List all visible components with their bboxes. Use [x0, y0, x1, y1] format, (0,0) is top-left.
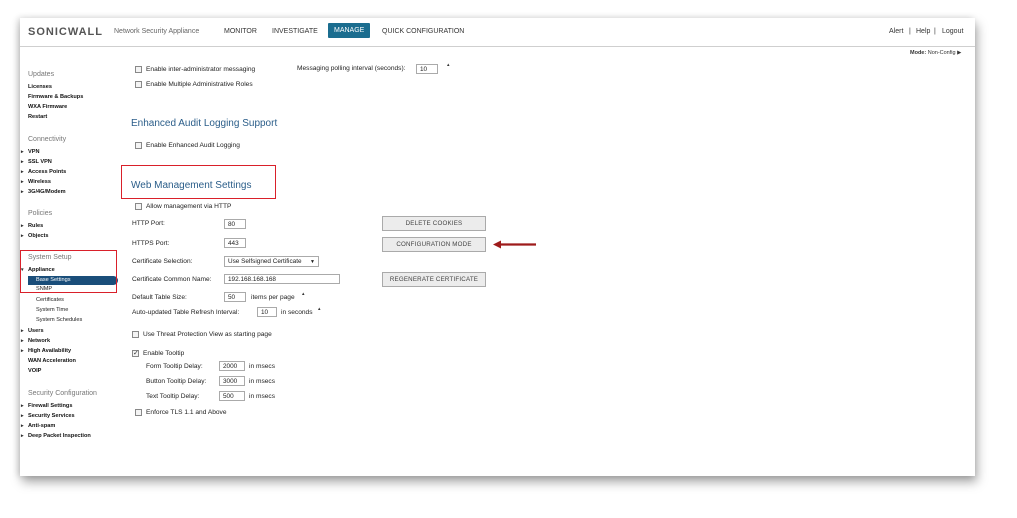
app-window: SONICWALL Network Security Appliance MON…	[20, 18, 975, 476]
sidebar-item-access-points[interactable]: Access Points	[21, 169, 66, 175]
sidebar-item-high-availability[interactable]: High Availability	[21, 348, 71, 354]
help-link[interactable]: Help	[916, 28, 930, 35]
enhanced-audit-checkbox[interactable]	[135, 142, 142, 149]
sidebar-item-ssl-vpn[interactable]: SSL VPN	[21, 159, 52, 165]
mode-indicator[interactable]: Mode: Non-Config ▶	[910, 50, 961, 56]
text-tooltip-delay-input[interactable]: 500	[219, 391, 245, 401]
polling-interval-label: Messaging polling interval (seconds):	[297, 65, 406, 72]
button-tooltip-delay-label: Button Tooltip Delay:	[146, 378, 207, 385]
allow-http-label: Allow management via HTTP	[146, 203, 232, 210]
enable-tooltip-checkbox[interactable]	[132, 349, 139, 357]
table-size-stepper-icon[interactable]: ▴	[302, 291, 305, 297]
left-arrow-icon	[493, 240, 536, 249]
sidebar-item-restart[interactable]: Restart	[28, 114, 47, 120]
sidebar-item-wan-acceleration[interactable]: WAN Acceleration	[28, 358, 76, 364]
sidebar-section-updates: Updates	[28, 71, 55, 78]
sidebar-item-certificates[interactable]: Certificates	[36, 297, 64, 303]
polling-stepper-icon[interactable]: ▴	[447, 62, 450, 68]
form-tooltip-delay-label: Form Tooltip Delay:	[146, 363, 203, 370]
regenerate-certificate-button[interactable]: REGENERATE CERTIFICATE	[382, 272, 486, 287]
certificate-selection-label: Certificate Selection:	[132, 258, 193, 265]
separator: |	[909, 28, 911, 35]
mode-value: Non-Config ▶	[927, 50, 962, 56]
text-tooltip-delay-label: Text Tooltip Delay:	[146, 393, 200, 400]
polling-interval-input[interactable]: 10	[416, 64, 438, 74]
sidebar-item-deep-packet-inspection[interactable]: Deep Packet Inspection	[21, 433, 91, 439]
https-port-input[interactable]: 443	[224, 238, 246, 248]
certificate-selection-dropdown[interactable]: Use Selfsigned Certificate ▼	[224, 256, 319, 267]
default-table-size-input[interactable]: 50	[224, 292, 246, 302]
nav-investigate[interactable]: INVESTIGATE	[272, 28, 318, 35]
mode-label: Mode:	[910, 50, 927, 56]
multiple-roles-label: Enable Multiple Administrative Roles	[146, 81, 253, 88]
sidebar-item-objects[interactable]: Objects	[21, 233, 48, 239]
logout-link[interactable]: Logout	[942, 28, 963, 35]
table-size-unit: items per page	[251, 294, 295, 301]
sidebar-item-users[interactable]: Users	[21, 328, 43, 334]
web-management-heading: Web Management Settings	[131, 180, 252, 191]
sidebar-item-wireless[interactable]: Wireless	[21, 179, 51, 185]
configuration-mode-button[interactable]: CONFIGURATION MODE	[382, 237, 486, 252]
enforce-tls-label: Enforce TLS 1.1 and Above	[146, 409, 227, 416]
nav-quick-configuration[interactable]: QUICK CONFIGURATION	[382, 28, 464, 35]
refresh-interval-label: Auto-updated Table Refresh Interval:	[132, 309, 240, 316]
sidebar-item-vpn[interactable]: VPN	[21, 149, 39, 155]
sidebar-item-system-schedules[interactable]: System Schedules	[36, 317, 82, 323]
nav-manage[interactable]: MANAGE	[328, 23, 371, 38]
delete-cookies-button[interactable]: DELETE COOKIES	[382, 216, 486, 231]
sidebar-item-firewall-settings[interactable]: Firewall Settings	[21, 403, 73, 409]
sidebar-section-policies: Policies	[28, 210, 53, 217]
refresh-interval-unit: in seconds	[281, 309, 313, 316]
enable-tooltip-label: Enable Tooltip	[143, 350, 185, 357]
sidebar-item-voip[interactable]: VOIP	[28, 368, 41, 374]
sidebar-item-rules[interactable]: Rules	[21, 223, 43, 229]
sidebar-item-anti-spam[interactable]: Anti-spam	[21, 423, 55, 429]
top-navigation-bar: SONICWALL Network Security Appliance MON…	[20, 18, 975, 47]
http-port-input[interactable]: 80	[224, 219, 246, 229]
sidebar-section-security-configuration: Security Configuration	[28, 390, 97, 397]
chevron-down-icon: ▼	[310, 259, 315, 265]
certificate-selection-value: Use Selfsigned Certificate	[228, 258, 302, 265]
button-tooltip-delay-unit: in msecs	[249, 378, 276, 385]
form-tooltip-delay-input[interactable]: 2000	[219, 361, 245, 371]
multiple-roles-checkbox[interactable]	[135, 81, 142, 88]
refresh-stepper-icon[interactable]: ▴	[318, 306, 321, 312]
refresh-interval-input[interactable]: 10	[257, 307, 277, 317]
threat-view-checkbox[interactable]	[132, 331, 139, 338]
highlight-box-system-setup	[20, 250, 117, 293]
button-tooltip-delay-input[interactable]: 3000	[219, 376, 245, 386]
sidebar-item-system-time[interactable]: System Time	[36, 307, 68, 313]
text-tooltip-delay-unit: in msecs	[249, 393, 276, 400]
form-tooltip-delay-unit: in msecs	[249, 363, 276, 370]
https-port-label: HTTPS Port:	[132, 240, 170, 247]
sidebar-item-3g-4g-modem[interactable]: 3G/4G/Modem	[21, 189, 66, 195]
enhanced-audit-label: Enable Enhanced Audit Logging	[146, 142, 240, 149]
allow-http-checkbox[interactable]	[135, 203, 142, 210]
separator: |	[934, 28, 936, 35]
http-port-label: HTTP Port:	[132, 220, 165, 227]
default-table-size-label: Default Table Size:	[132, 294, 187, 301]
sonicwall-logo: SONICWALL	[28, 26, 103, 38]
product-subtitle: Network Security Appliance	[114, 28, 200, 35]
sidebar-section-connectivity: Connectivity	[28, 136, 67, 143]
enforce-tls-checkbox[interactable]	[135, 409, 142, 416]
sidebar-item-firmware-backups[interactable]: Firmware & Backups	[28, 94, 83, 100]
audit-logging-heading: Enhanced Audit Logging Support	[131, 118, 278, 129]
inter-admin-messaging-checkbox[interactable]	[135, 66, 142, 73]
sidebar-item-wxa-firmware[interactable]: WXA Firmware	[28, 104, 67, 110]
inter-admin-messaging-label: Enable inter-administrator messaging	[146, 66, 256, 73]
nav-monitor[interactable]: MONITOR	[224, 28, 257, 35]
alert-link[interactable]: Alert	[889, 28, 903, 35]
certificate-common-name-input[interactable]: 192.168.168.168	[224, 274, 340, 284]
sidebar-item-security-services[interactable]: Security Services	[21, 413, 75, 419]
threat-view-label: Use Threat Protection View as starting p…	[143, 331, 272, 338]
sidebar-item-licenses[interactable]: Licenses	[28, 84, 52, 90]
certificate-common-name-label: Certificate Common Name:	[132, 276, 212, 283]
sidebar-item-network[interactable]: Network	[21, 338, 50, 344]
